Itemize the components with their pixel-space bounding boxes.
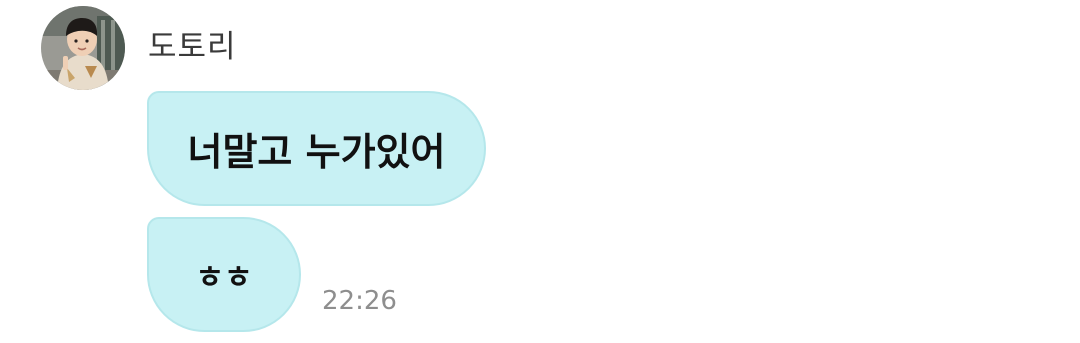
message-bubble[interactable]: 너말고 누가있어 [147,91,486,206]
message-timestamp: 22:26 [322,286,397,316]
avatar[interactable] [41,6,125,90]
message-text: ㅎㅎ [195,260,253,296]
chat-thread: 도토리 너말고 누가있어 ㅎㅎ 22:26 [0,0,1080,343]
message-text: 너말고 누가있어 [187,130,446,174]
avatar-photo [41,6,125,90]
sender-name: 도토리 [148,29,237,65]
message-bubble[interactable]: ㅎㅎ [147,217,301,332]
